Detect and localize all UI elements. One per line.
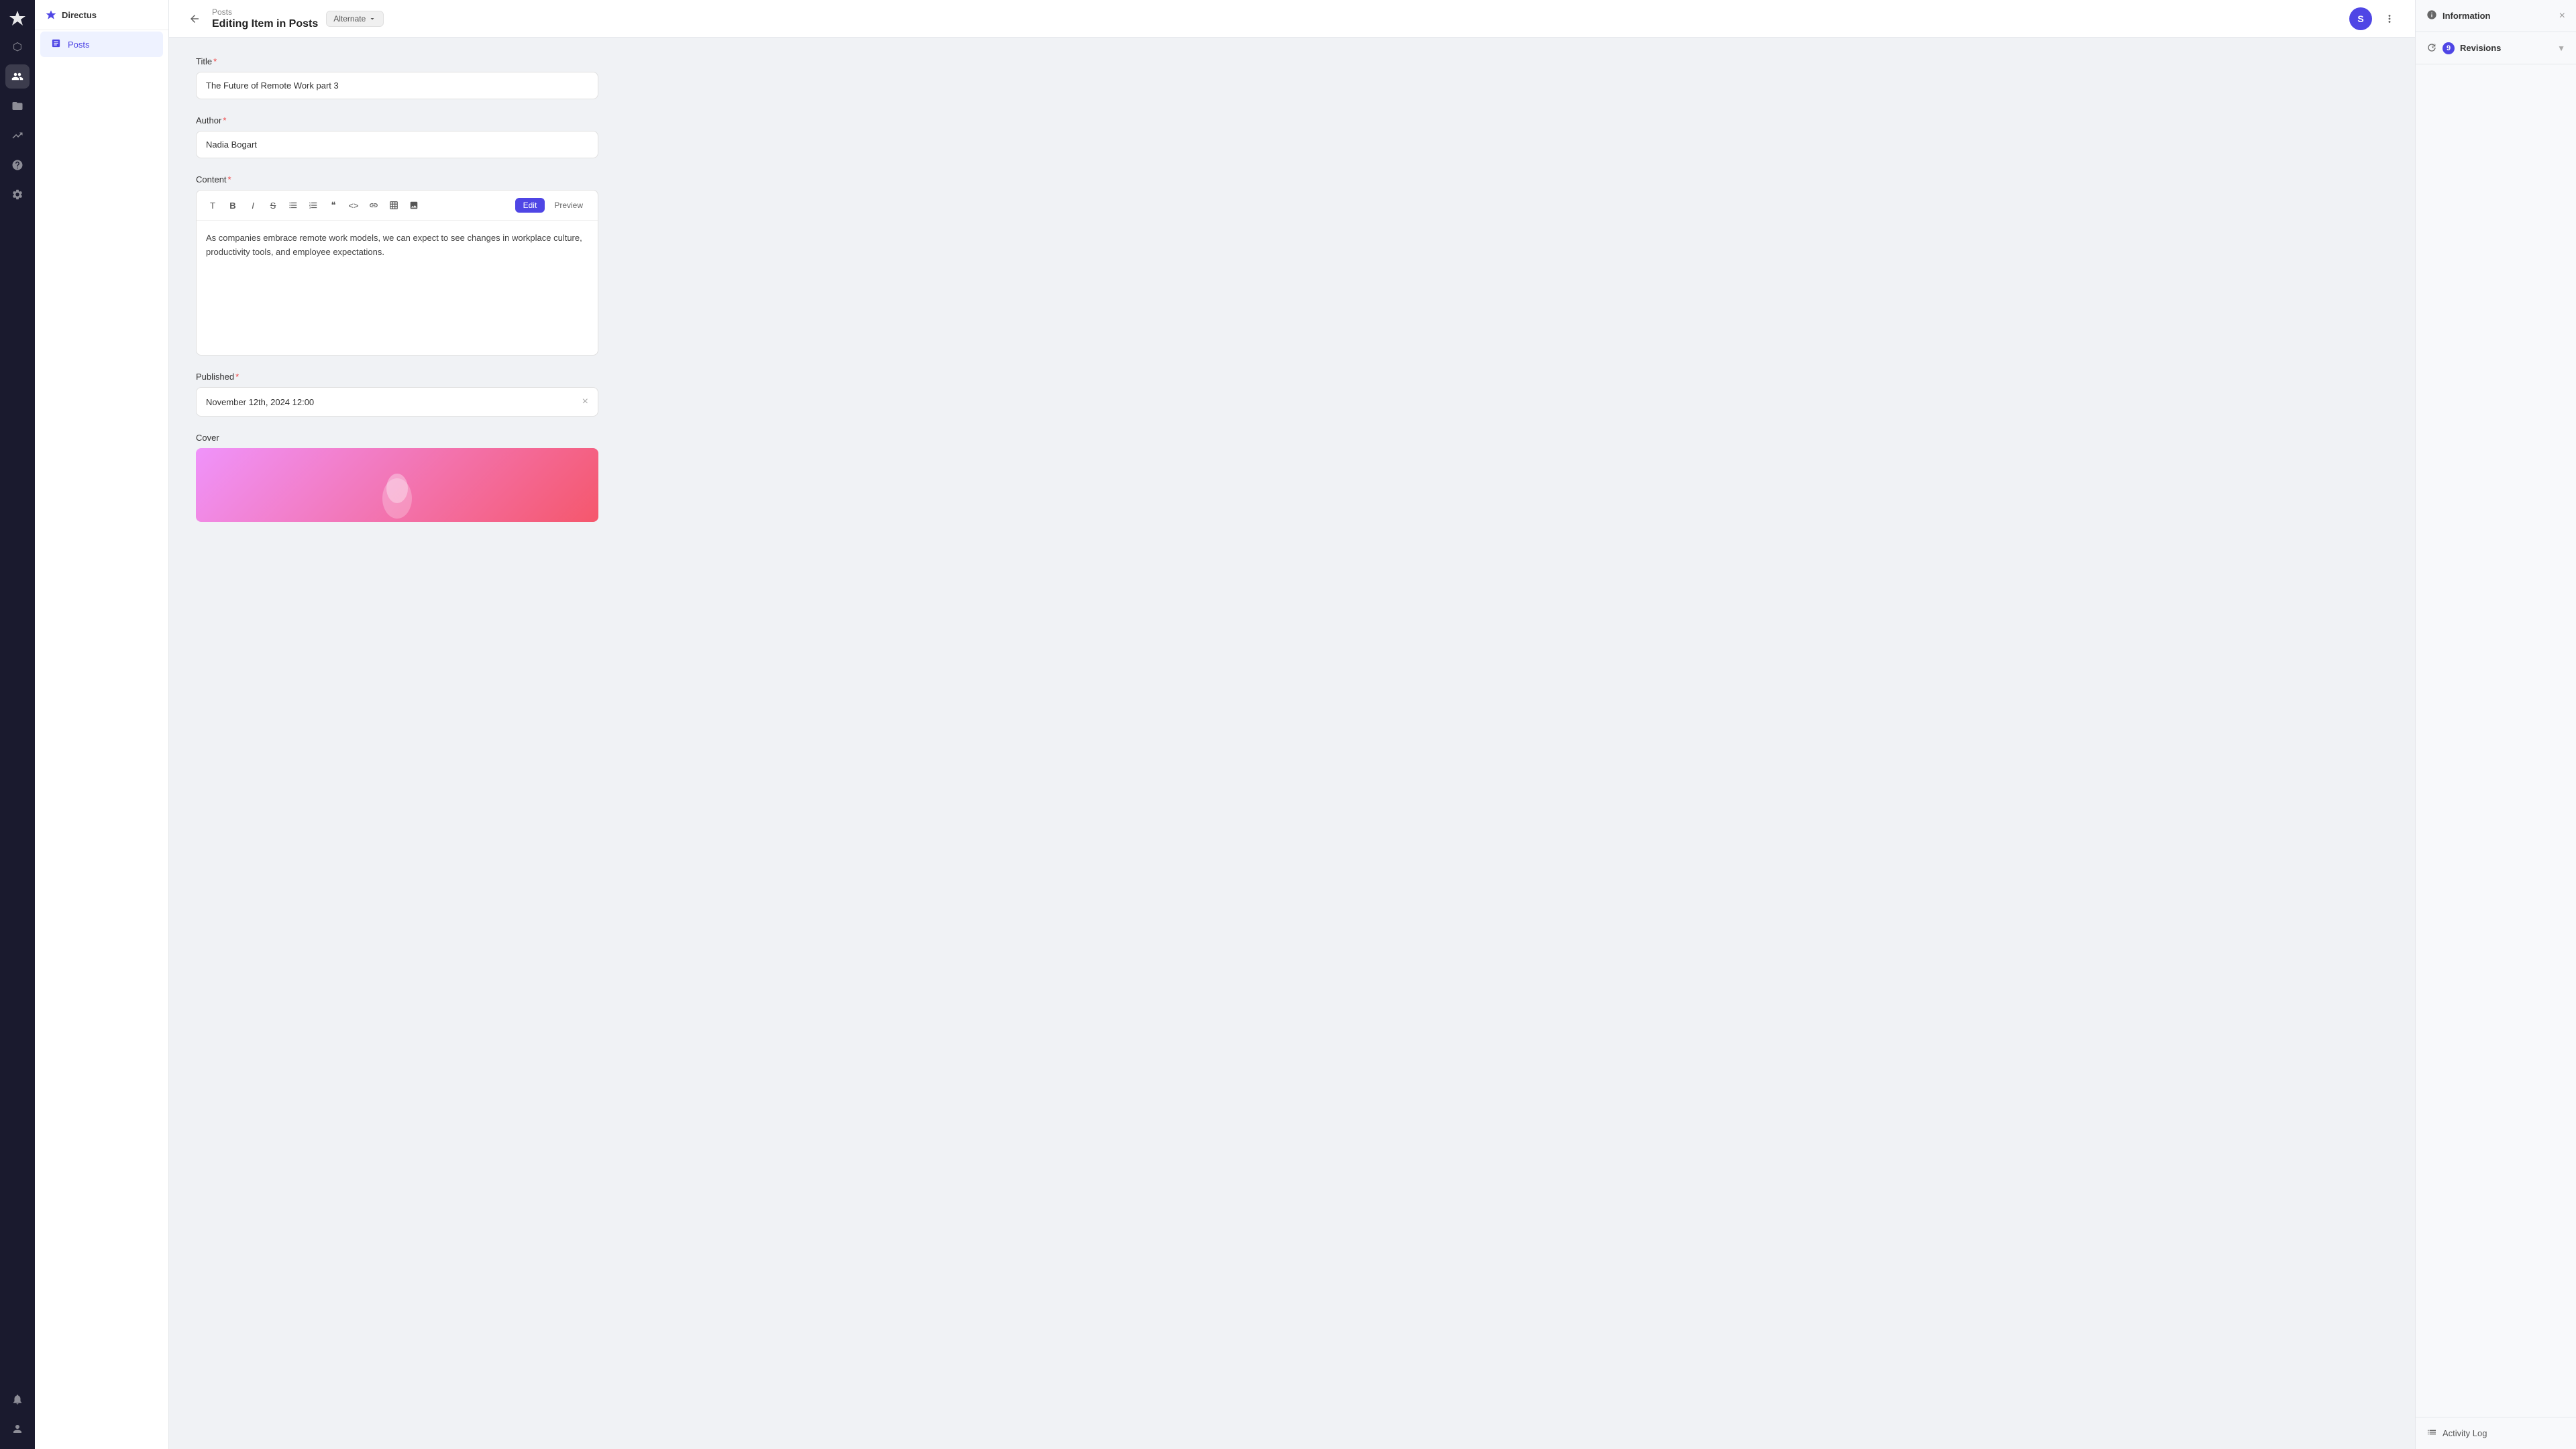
title-required: * <box>213 56 217 66</box>
author-field-group: Author * <box>196 115 2388 158</box>
information-title: Information <box>2426 9 2491 22</box>
sidebar-item-profile[interactable] <box>5 1417 30 1441</box>
content-field-group: Content * T B I S ❝ <> <box>196 174 2388 356</box>
directus-nav-icon <box>46 9 56 20</box>
sidebar-item-notifications[interactable] <box>5 1387 30 1411</box>
sidebar-item-posts[interactable]: Posts <box>40 32 163 57</box>
sidebar-item-insights[interactable] <box>5 123 30 148</box>
nav-header-title: Directus <box>62 10 97 20</box>
activity-log-label: Activity Log <box>2443 1428 2487 1438</box>
revisions-count-badge: 9 <box>2443 42 2455 54</box>
toolbar-blockquote-btn[interactable]: ❝ <box>324 196 343 215</box>
back-button[interactable] <box>185 9 204 28</box>
title-field-group: Title * <box>196 56 2388 99</box>
toolbar-image-btn[interactable] <box>405 196 423 215</box>
posts-icon <box>51 38 61 50</box>
right-panel: Information × 9 Revisions ▼ Activity Log <box>2415 0 2576 1449</box>
right-panel-spacer <box>2416 64 2576 1417</box>
toolbar-bold-btn[interactable]: B <box>223 196 242 215</box>
revisions-chevron-icon: ▼ <box>2557 44 2565 53</box>
title-input[interactable] <box>196 72 598 99</box>
main-area: Posts Editing Item in Posts Alternate S … <box>169 0 2415 1449</box>
cover-field-group: Cover <box>196 433 2388 522</box>
information-close-button[interactable]: × <box>2559 10 2565 22</box>
revisions-title: 9 Revisions <box>2426 42 2501 54</box>
toolbar-italic-btn[interactable]: I <box>244 196 262 215</box>
cover-label: Cover <box>196 433 2388 443</box>
user-avatar[interactable]: S <box>2349 7 2372 30</box>
toolbar-ordered-list-btn[interactable] <box>304 196 323 215</box>
activity-log-icon <box>2426 1427 2437 1440</box>
variant-badge[interactable]: Alternate <box>326 11 384 27</box>
sidebar-item-settings[interactable] <box>5 182 30 207</box>
toolbar-strikethrough-btn[interactable]: S <box>264 196 282 215</box>
author-required: * <box>223 115 226 125</box>
content-label: Content * <box>196 174 2388 184</box>
information-header: Information × <box>2416 0 2576 32</box>
sidebar: ⬡ <box>0 0 35 1449</box>
toolbar-code-btn[interactable]: <> <box>344 196 363 215</box>
date-clear-button[interactable]: × <box>582 396 588 408</box>
content-required: * <box>228 174 231 184</box>
published-field-group: Published * November 12th, 2024 12:00 × <box>196 372 2388 417</box>
activity-log-button[interactable]: Activity Log <box>2416 1417 2576 1449</box>
author-label: Author * <box>196 115 2388 125</box>
editor-toolbar: T B I S ❝ <> <box>197 191 598 221</box>
topbar: Posts Editing Item in Posts Alternate S <box>169 0 2415 38</box>
content-area: Title * Author * Content * T B I <box>169 38 2415 1449</box>
information-section: Information × <box>2416 0 2576 32</box>
toolbar-text-btn[interactable]: T <box>203 196 222 215</box>
revisions-icon <box>2426 42 2437 54</box>
toolbar-link-btn[interactable] <box>364 196 383 215</box>
more-options-button[interactable] <box>2380 9 2399 28</box>
author-input[interactable] <box>196 131 598 158</box>
toolbar-unordered-list-btn[interactable] <box>284 196 303 215</box>
nav-item-posts-label: Posts <box>68 40 90 50</box>
cover-image-shape <box>370 462 424 522</box>
content-editor: T B I S ❝ <> <box>196 190 598 356</box>
app-logo[interactable] <box>7 8 28 30</box>
nav-header: Directus <box>35 0 168 30</box>
toolbar-table-btn[interactable] <box>384 196 403 215</box>
cover-image-preview[interactable] <box>196 448 598 522</box>
published-date-field[interactable]: November 12th, 2024 12:00 × <box>196 387 598 417</box>
sidebar-item-files[interactable] <box>5 94 30 118</box>
revisions-header[interactable]: 9 Revisions ▼ <box>2416 32 2576 64</box>
editor-preview-button[interactable]: Preview <box>546 198 591 213</box>
sidebar-item-home[interactable]: ⬡ <box>5 35 30 59</box>
sidebar-item-users[interactable] <box>5 64 30 89</box>
information-icon <box>2426 9 2437 22</box>
page-title: Editing Item in Posts <box>212 18 318 30</box>
editor-edit-button[interactable]: Edit <box>515 198 545 213</box>
title-label: Title * <box>196 56 2388 66</box>
nav-panel: Directus Posts <box>35 0 169 1449</box>
revisions-section: 9 Revisions ▼ <box>2416 32 2576 64</box>
breadcrumb: Posts <box>212 7 318 17</box>
published-required: * <box>235 372 239 382</box>
sidebar-item-help[interactable] <box>5 153 30 177</box>
editor-body[interactable]: As companies embrace remote work models,… <box>197 221 598 355</box>
published-label: Published * <box>196 372 2388 382</box>
